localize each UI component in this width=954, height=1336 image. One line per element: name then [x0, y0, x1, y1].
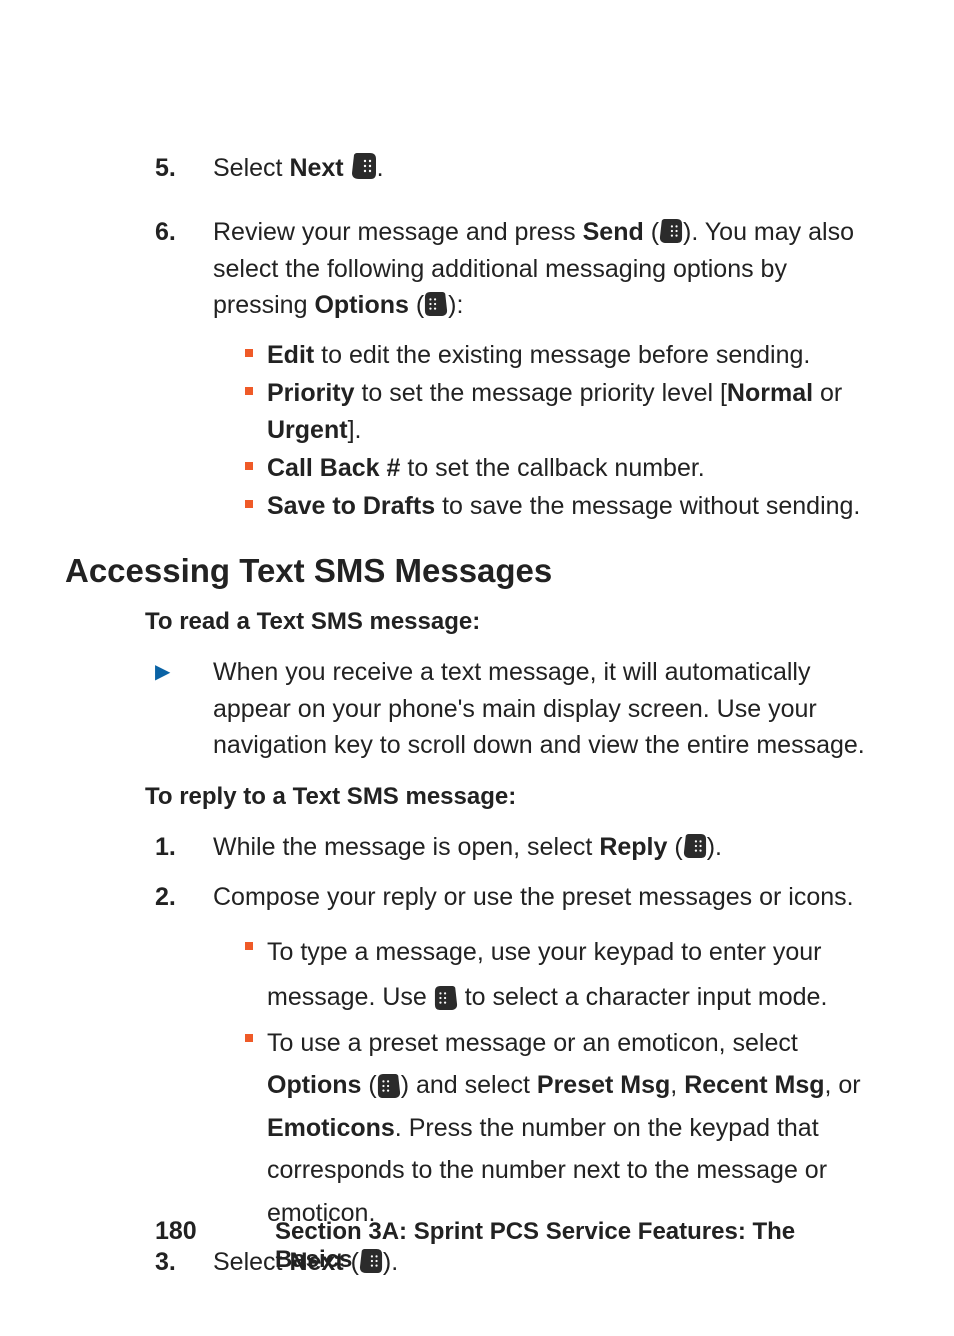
softkey-icon — [377, 1072, 401, 1100]
label: Normal — [727, 379, 813, 407]
text: While the message is open, select — [213, 833, 599, 861]
label: Recent Msg — [684, 1071, 824, 1099]
section-label: Section 3A: Sprint PCS Service Features:… — [275, 1218, 879, 1274]
page-number: 180 — [155, 1217, 275, 1246]
text: to edit the existing message before send… — [314, 341, 810, 369]
bullet-icon — [245, 349, 253, 357]
text: ( — [667, 833, 682, 861]
step-body: Select Next . — [213, 150, 879, 186]
read-instruction: ▶ When you receive a text message, it wi… — [155, 654, 879, 763]
text: Select — [213, 154, 289, 182]
option-save-drafts: Save to Drafts to save the message witho… — [245, 488, 879, 524]
subheading-reply: To reply to a Text SMS message: — [145, 783, 879, 811]
section-heading: Accessing Text SMS Messages — [65, 552, 879, 590]
text: To use a preset message or an emoticon, … — [267, 1029, 798, 1057]
reply-step-2-sub: To type a message, use your keypad to en… — [245, 930, 879, 1235]
option-callback: Call Back # to set the callback number. — [245, 450, 879, 486]
label-options: Options — [267, 1071, 361, 1099]
bullet-icon — [245, 462, 253, 470]
text: . — [377, 154, 384, 182]
text: , or — [825, 1071, 861, 1099]
step-body: Review your message and press Send (). Y… — [213, 214, 879, 323]
step-body: While the message is open, select Reply … — [213, 829, 879, 865]
sub-type-message: To type a message, use your keypad to en… — [245, 930, 879, 1020]
step-5: 5. Select Next . — [155, 150, 879, 186]
subheading-read: To read a Text SMS message: — [145, 608, 879, 636]
softkey-icon — [659, 217, 683, 245]
text: ( — [409, 291, 424, 319]
step-marker: 6. — [155, 214, 213, 323]
reply-step-1: 1. While the message is open, select Rep… — [155, 829, 879, 865]
bullet-icon — [245, 500, 253, 508]
reply-step-2: 2. Compose your reply or use the preset … — [155, 879, 879, 915]
text: or — [813, 379, 842, 407]
text: pressing — [213, 291, 314, 319]
text: ). — [707, 833, 722, 861]
text: ): — [448, 291, 463, 319]
text: to save the message without sending. — [435, 492, 860, 520]
softkey-icon — [424, 290, 448, 318]
label: Preset Msg — [537, 1071, 670, 1099]
label-reply: Reply — [599, 833, 667, 861]
label-options: Options — [314, 291, 408, 319]
label-next: Next — [289, 154, 343, 182]
arrow-icon: ▶ — [155, 654, 213, 763]
softkey-icon — [351, 151, 377, 181]
step-6-options: Edit to edit the existing message before… — [245, 337, 879, 524]
manual-page: 5. Select Next . 6. Review your message … — [0, 0, 954, 1336]
label: Edit — [267, 341, 314, 369]
text: ( — [361, 1071, 376, 1099]
option-priority: Priority to set the message priority lev… — [245, 375, 879, 448]
text: , — [670, 1071, 684, 1099]
step-body: Compose your reply or use the preset mes… — [213, 879, 879, 915]
text: to set the callback number. — [400, 454, 704, 482]
step-marker: 2. — [155, 879, 213, 915]
text: to select a character input mode. — [458, 983, 828, 1011]
softkey-icon — [434, 984, 458, 1012]
text: Review your message and press — [213, 218, 583, 246]
text: ) and select — [401, 1071, 537, 1099]
text: When you receive a text message, it will… — [213, 654, 879, 763]
step-marker: 1. — [155, 829, 213, 865]
sub-preset-message: To use a preset message or an emoticon, … — [245, 1022, 879, 1235]
page-footer: 180 Section 3A: Sprint PCS Service Featu… — [155, 1217, 879, 1274]
text: ]. — [348, 416, 362, 444]
label: Priority — [267, 379, 355, 407]
bullet-icon — [245, 942, 253, 950]
label: Save to Drafts — [267, 492, 435, 520]
softkey-icon — [683, 832, 707, 860]
bullet-icon — [245, 387, 253, 395]
label: Call Back # — [267, 454, 400, 482]
step-6: 6. Review your message and press Send ()… — [155, 214, 879, 323]
text: to set the message priority level [ — [355, 379, 727, 407]
option-edit: Edit to edit the existing message before… — [245, 337, 879, 373]
bullet-icon — [245, 1034, 253, 1042]
step-marker: 5. — [155, 150, 213, 186]
label: Urgent — [267, 416, 348, 444]
label: Emoticons — [267, 1114, 395, 1142]
label-send: Send — [583, 218, 644, 246]
text: ( — [644, 218, 659, 246]
